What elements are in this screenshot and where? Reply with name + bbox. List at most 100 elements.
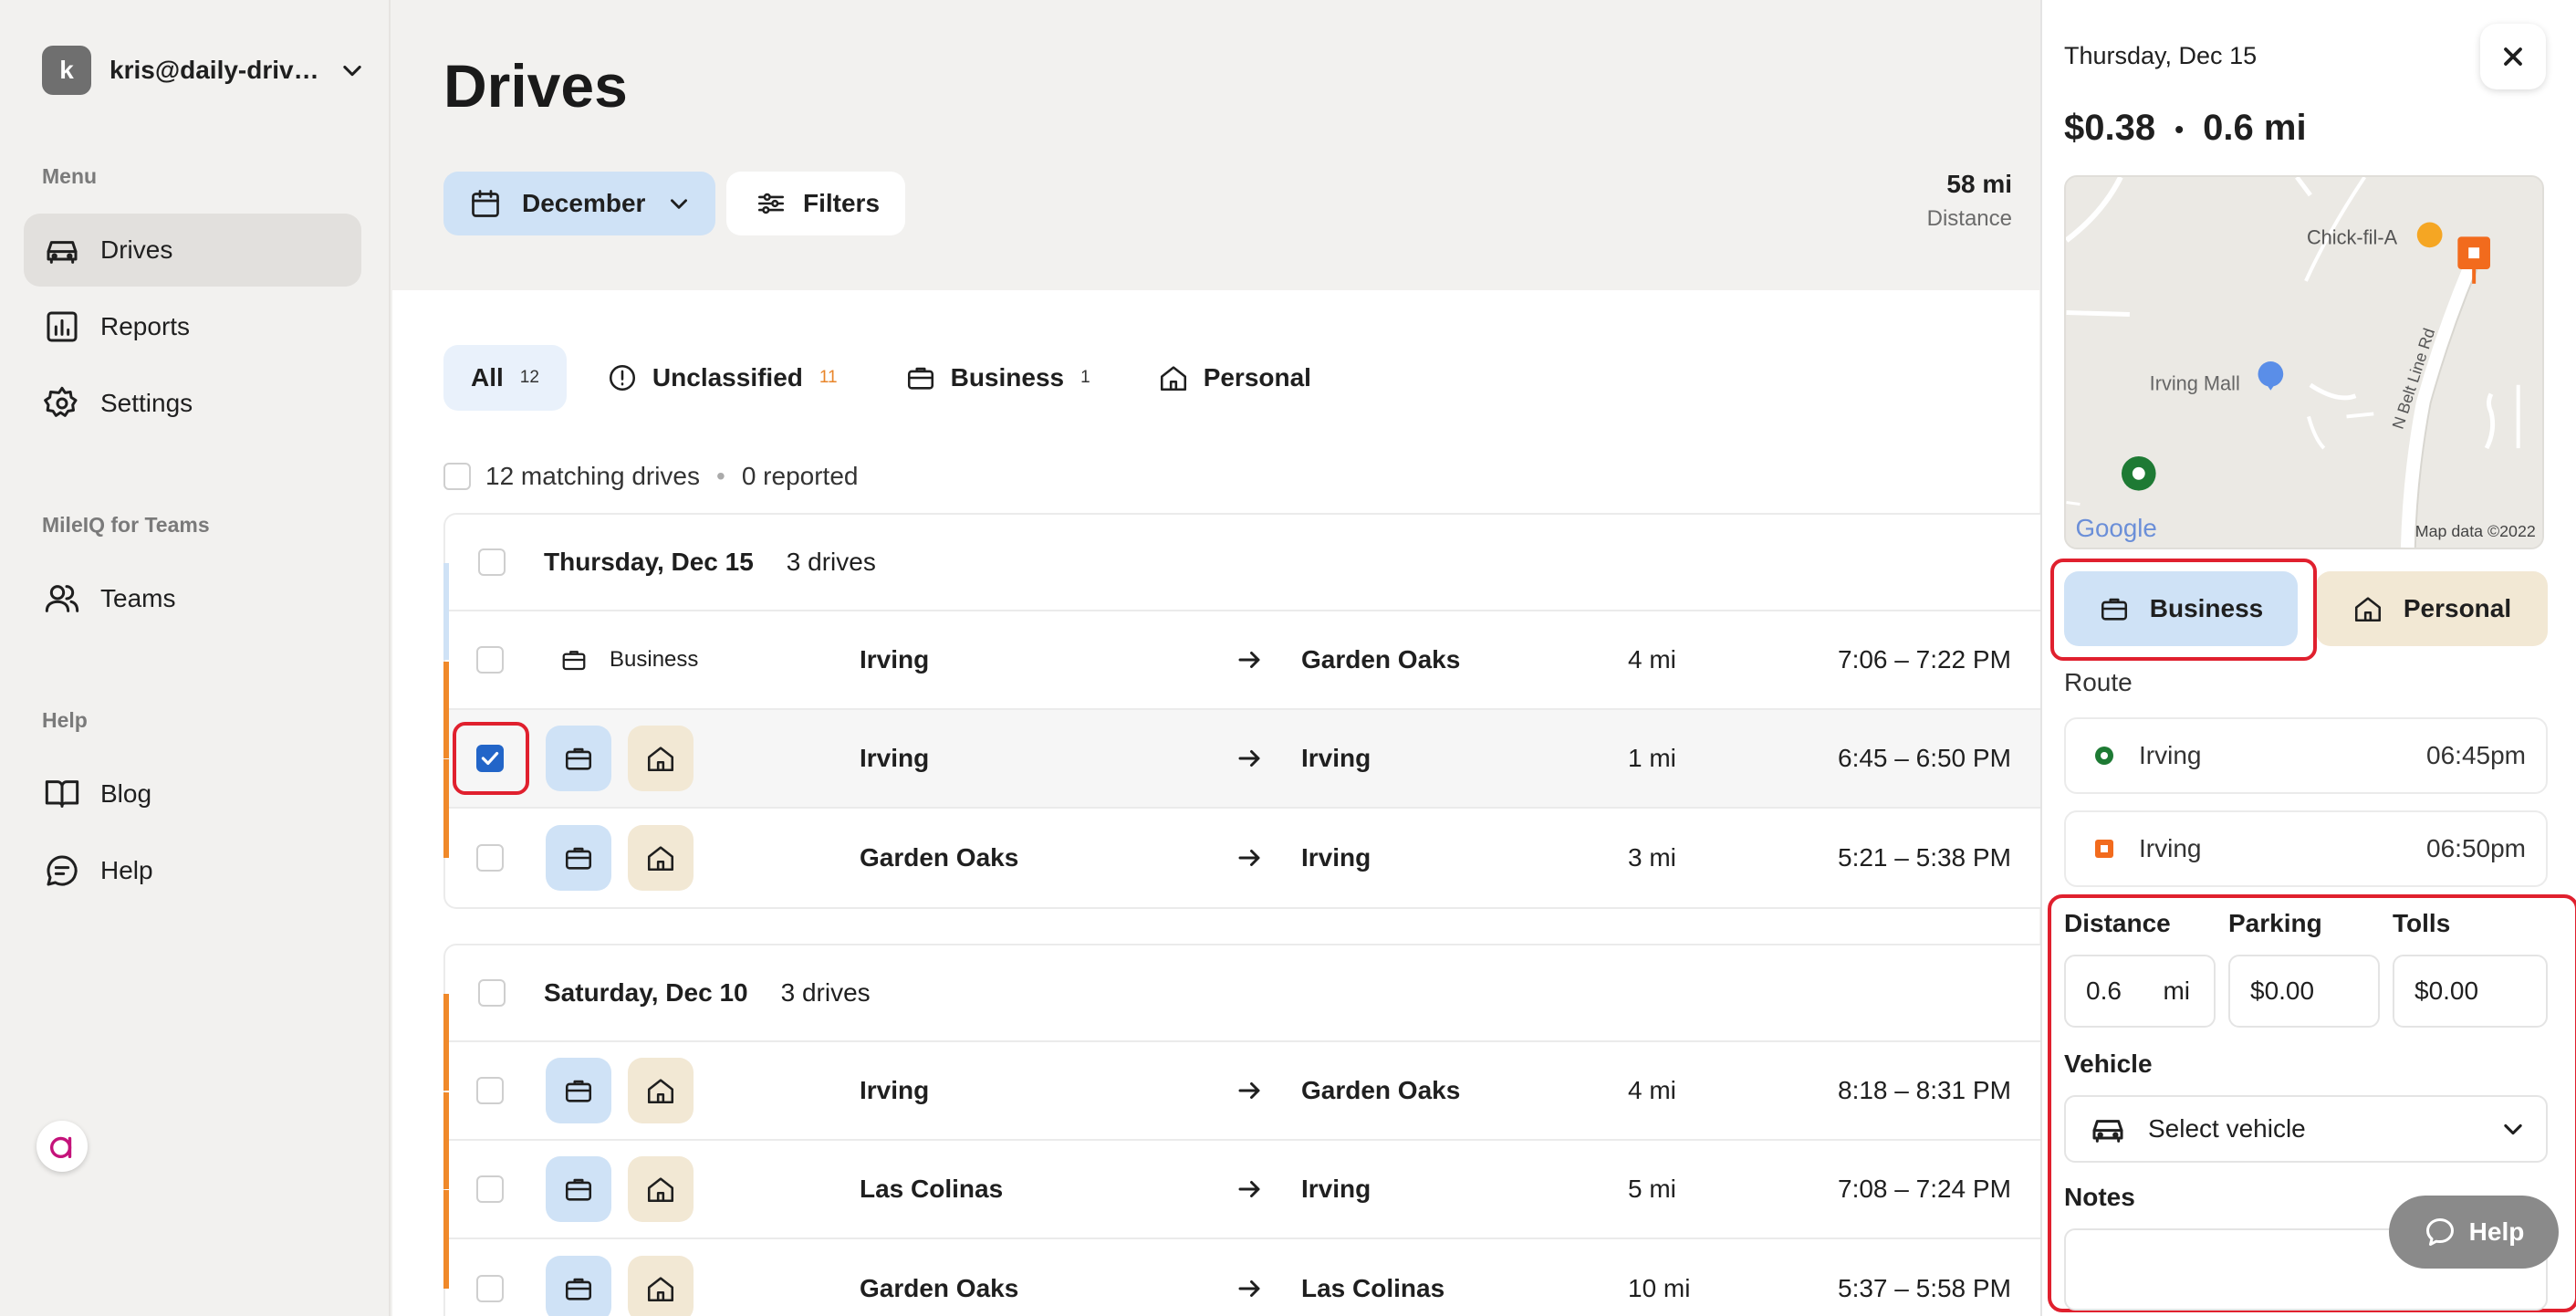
briefcase-icon: [565, 747, 592, 770]
stop-time: 06:45pm: [2426, 741, 2526, 769]
classify-business-button[interactable]: [546, 726, 611, 791]
car-icon: [2092, 1120, 2123, 1143]
row-checkbox[interactable]: [476, 1275, 504, 1302]
classify-business-button[interactable]: [546, 1256, 611, 1316]
business-highlight: [2050, 559, 2317, 661]
tab-label: Personal: [1203, 363, 1311, 392]
arrow-right-icon: [1238, 850, 1260, 866]
row-checkbox[interactable]: [476, 1175, 504, 1203]
drive-row[interactable]: Las Colinas Irving 5 mi 7:08 – 7:24 PM: [443, 1092, 2049, 1239]
row-checkbox[interactable]: [476, 1077, 504, 1104]
sidebar-item-label: Reports: [100, 312, 191, 340]
classify-personal-button[interactable]: [628, 1256, 694, 1316]
row-status-bar: [443, 1190, 449, 1289]
logo-glyph-icon: [49, 1136, 72, 1159]
tab-all[interactable]: All 12: [443, 345, 567, 411]
sidebar-item-blog[interactable]: Blog: [24, 757, 361, 830]
select-all-checkbox[interactable]: [443, 463, 471, 490]
drive-row[interactable]: Business Irving Garden Oaks 4 mi 7:06 – …: [443, 563, 2049, 710]
drive-distance: 4 mi: [1628, 645, 1676, 674]
month-picker-button[interactable]: December: [443, 172, 715, 235]
teams-section-label: MileIQ for Teams: [42, 513, 210, 537]
classify-business-button[interactable]: [546, 1058, 611, 1123]
distance-field[interactable]: 0.6 mi: [2064, 955, 2216, 1028]
sidebar-item-label: Help: [100, 856, 153, 884]
drive-time: 5:37 – 5:58 PM: [1838, 1274, 2011, 1302]
chart-icon: [47, 311, 78, 342]
chat-icon: [47, 855, 78, 886]
tab-label: Unclassified: [652, 363, 803, 392]
home-icon: [647, 747, 674, 772]
drive-distance: 5 mi: [1628, 1175, 1676, 1203]
sidebar-item-help[interactable]: Help: [24, 834, 361, 907]
sidebar-item-label: Settings: [100, 389, 193, 417]
menu-section-label: Menu: [42, 164, 98, 188]
sidebar-item-reports[interactable]: Reports: [24, 290, 361, 363]
classify-personal-button[interactable]: [628, 1058, 694, 1123]
sidebar-item-settings[interactable]: Settings: [24, 367, 361, 440]
drive-row[interactable]: Irving Garden Oaks 4 mi 8:18 – 8:31 PM: [443, 994, 2049, 1141]
tab-personal[interactable]: Personal: [1131, 345, 1339, 411]
app-logo-icon[interactable]: [37, 1121, 88, 1172]
distance-field-label: Distance: [2064, 909, 2171, 937]
car-icon: [47, 241, 78, 264]
vehicle-label: Vehicle: [2064, 1050, 2153, 1078]
sidebar-item-label: Blog: [100, 779, 152, 808]
row-checkbox[interactable]: [476, 646, 504, 674]
group-checkbox[interactable]: [478, 979, 506, 1007]
group-count: 3 drives: [780, 978, 871, 1007]
vehicle-select[interactable]: Select vehicle: [2064, 1095, 2548, 1163]
home-icon: [647, 846, 674, 872]
avatar: k: [42, 46, 91, 95]
stop-time: 06:50pm: [2426, 834, 2526, 862]
tab-count: 1: [1080, 368, 1090, 387]
filters-button[interactable]: Filters: [726, 172, 905, 235]
row-status-bar: [443, 994, 449, 1091]
classification-label: Business: [560, 646, 698, 674]
drive-row[interactable]: Garden Oaks Irving 3 mi 5:21 – 5:38 PM: [443, 759, 2049, 907]
stop-place: Irving: [2139, 741, 2202, 769]
classify-business-button[interactable]: [546, 1156, 611, 1222]
tab-business[interactable]: Business 1: [878, 345, 1118, 411]
personal-button-label: Personal: [2403, 594, 2512, 622]
arrow-right-icon: [1238, 652, 1260, 668]
home-icon: [647, 1079, 674, 1104]
stop-place: Irving: [2139, 834, 2202, 862]
close-icon: [2504, 47, 2522, 66]
home-icon: [1160, 366, 1186, 392]
detail-separator: •: [2174, 115, 2185, 144]
classify-personal-button[interactable]: [628, 825, 694, 891]
home-icon: [647, 1177, 674, 1203]
drive-group: Saturday, Dec 10 3 drives Irving Garden …: [443, 944, 2049, 1316]
group-checkbox[interactable]: [478, 548, 506, 576]
classify-personal-button[interactable]: [628, 726, 694, 791]
classify-personal-button[interactable]: [628, 1156, 694, 1222]
briefcase-icon: [565, 1278, 592, 1300]
drive-row[interactable]: Garden Oaks Las Colinas 10 mi 5:37 – 5:5…: [443, 1190, 2049, 1316]
drive-distance: 3 mi: [1628, 843, 1676, 872]
drive-row[interactable]: Irving Irving 1 mi 6:45 – 6:50 PM: [443, 662, 2049, 809]
help-fab-button[interactable]: Help: [2389, 1196, 2559, 1269]
group-date: Saturday, Dec 10: [544, 978, 748, 1007]
route-stop-end: Irving 06:50pm: [2064, 810, 2548, 887]
sidebar-item-teams[interactable]: Teams: [24, 562, 361, 635]
sidebar-item-drives[interactable]: Drives: [24, 214, 361, 287]
row-checkbox[interactable]: [476, 844, 504, 872]
arrow-right-icon: [1238, 1280, 1260, 1297]
parking-field[interactable]: $0.00: [2228, 955, 2380, 1028]
personal-button[interactable]: Personal: [2316, 571, 2548, 646]
distance-field-unit: mi: [2163, 977, 2190, 1005]
row-status-bar: [443, 662, 449, 758]
distance-field-value: 0.6: [2086, 977, 2122, 1005]
filters-label: Filters: [803, 189, 881, 217]
row-checkbox[interactable]: [476, 745, 504, 772]
tab-unclassified[interactable]: Unclassified 11: [579, 345, 865, 411]
drive-group: Thursday, Dec 15 3 drives Business Irvin…: [443, 513, 2049, 909]
alert-circle-icon: [609, 364, 635, 392]
close-button[interactable]: [2480, 24, 2546, 89]
classify-business-button[interactable]: [546, 825, 611, 891]
route-map[interactable]: Chick-fil-A Irving Mall N Belt Line Rd G…: [2064, 175, 2544, 549]
summary-separator: •: [716, 462, 725, 490]
account-switcher[interactable]: k kris@daily-drive...: [42, 46, 365, 95]
tolls-field[interactable]: $0.00: [2393, 955, 2548, 1028]
